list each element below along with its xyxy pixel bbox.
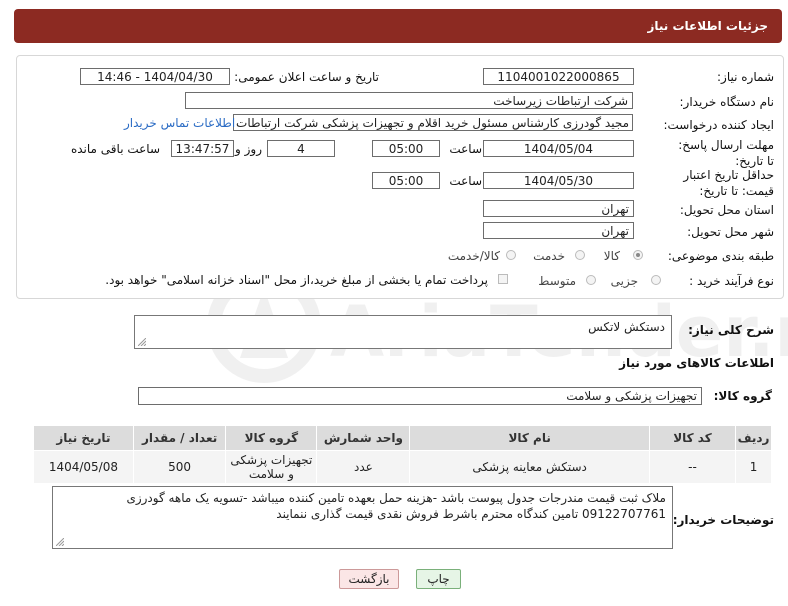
announce-label: تاریخ و ساعت اعلان عمومی: — [234, 70, 379, 84]
col-date: تاریخ نیاز — [33, 425, 134, 451]
process-small-label: جزیی — [610, 274, 638, 288]
goods-group-label: گروه کالا: — [713, 389, 772, 403]
process-label: نوع فرآیند خرید : — [689, 274, 774, 288]
buyer-notes-textarea[interactable]: ملاک ثبت قیمت مندرجات جدول پیوست باشد -ه… — [52, 486, 673, 549]
description-text: دستکش لاتکس — [588, 320, 665, 334]
deadline-date-field: 1404/05/04 — [483, 140, 634, 157]
validity-label: حداقل تاریخ اعتبار قیمت: تا تاریخ: — [683, 168, 774, 198]
buyer-notes-text: ملاک ثبت قیمت مندرجات جدول پیوست باشد -ه… — [126, 491, 666, 521]
province-field: تهران — [483, 200, 634, 217]
validity-date-field: 1404/05/30 — [483, 172, 634, 189]
buyer-notes-label: توضیحات خریدار: — [672, 513, 774, 527]
cell-name: دستکش معاینه پزشکی — [409, 450, 650, 484]
col-name: نام کالا — [409, 425, 650, 451]
remaining-time-field: 13:47:57 — [171, 140, 234, 157]
cell-qty: 500 — [132, 450, 227, 484]
description-textarea[interactable]: دستکش لاتکس — [134, 315, 672, 349]
category-both-label: کالا/خدمت — [447, 249, 500, 263]
need-number-field: 1104001022000865 — [483, 68, 634, 85]
process-medium-label: متوسط — [538, 274, 576, 288]
buyer-org-field: شرکت ارتباطات زیرساخت — [185, 92, 633, 109]
cell-code: -- — [648, 450, 737, 484]
resize-grip-icon[interactable] — [138, 338, 146, 346]
deadline-time-label: ساعت — [449, 142, 482, 156]
cell-row: 1 — [735, 450, 772, 484]
treasury-checkbox[interactable] — [498, 274, 508, 284]
table-row: 1 -- دستکش معاینه پزشکی عدد تجهیزات پزشک… — [33, 450, 772, 484]
city-label: شهر محل تحویل: — [687, 225, 774, 239]
city-field: تهران — [483, 222, 634, 239]
col-row: ردیف — [735, 425, 772, 451]
resize-grip-icon[interactable] — [56, 538, 64, 546]
col-unit: واحد شمارش — [316, 425, 411, 451]
province-label: استان محل تحویل: — [679, 203, 774, 217]
goods-section-title: اطلاعات کالاهای مورد نیاز — [619, 356, 774, 370]
validity-time-field: 05:00 — [372, 172, 440, 189]
category-label: طبقه بندی موضوعی: — [667, 249, 774, 263]
validity-time-label: ساعت — [449, 174, 482, 188]
category-both-radio[interactable] — [506, 250, 516, 260]
cell-group: تجهیزات پزشکی و سلامت — [225, 450, 318, 484]
payment-note: پرداخت تمام یا بخشی از مبلغ خرید،از محل … — [105, 273, 488, 287]
category-goods-label: کالا — [603, 249, 620, 263]
print-button[interactable]: چاپ — [416, 569, 461, 589]
page-title: جزئیات اطلاعات نیاز — [647, 19, 768, 33]
buyer-org-label: نام دستگاه خریدار: — [679, 95, 775, 109]
category-service-label: خدمت — [533, 249, 565, 263]
items-table: ردیف کد کالا نام کالا واحد شمارش گروه کا… — [33, 425, 772, 484]
back-button[interactable]: بازگشت — [339, 569, 399, 589]
deadline-time-field: 05:00 — [372, 140, 440, 157]
creator-field: مجید گودرزی کارشناس مسئول خرید اقلام و ت… — [233, 114, 633, 131]
cell-date: 1404/05/08 — [33, 450, 134, 484]
creator-label: ایجاد کننده درخواست: — [663, 118, 774, 132]
goods-group-field: تجهیزات پزشکی و سلامت — [138, 387, 702, 405]
col-qty: تعداد / مقدار — [132, 425, 227, 451]
table-header-row: ردیف کد کالا نام کالا واحد شمارش گروه کا… — [33, 425, 772, 451]
process-medium-radio[interactable] — [586, 275, 596, 285]
days-label: روز و — [235, 142, 262, 156]
col-group: گروه کالا — [225, 425, 318, 451]
announce-datetime-field: 1404/04/30 - 14:46 — [80, 68, 230, 85]
process-small-radio[interactable] — [651, 275, 661, 285]
cell-unit: عدد — [316, 450, 411, 484]
page-header: جزئیات اطلاعات نیاز — [14, 9, 782, 43]
col-code: کد کالا — [648, 425, 737, 451]
days-field: 4 — [267, 140, 335, 157]
category-service-radio[interactable] — [575, 250, 585, 260]
need-number-label: شماره نیاز: — [717, 70, 774, 84]
description-label: شرح کلی نیاز: — [688, 323, 774, 337]
buyer-contact-link[interactable]: اطلاعات تماس خریدار — [124, 116, 235, 130]
deadline-label: مهلت ارسال پاسخ: تا تاریخ: — [678, 138, 774, 168]
category-goods-radio[interactable] — [633, 250, 643, 260]
remaining-label: ساعت باقی مانده — [70, 142, 160, 156]
